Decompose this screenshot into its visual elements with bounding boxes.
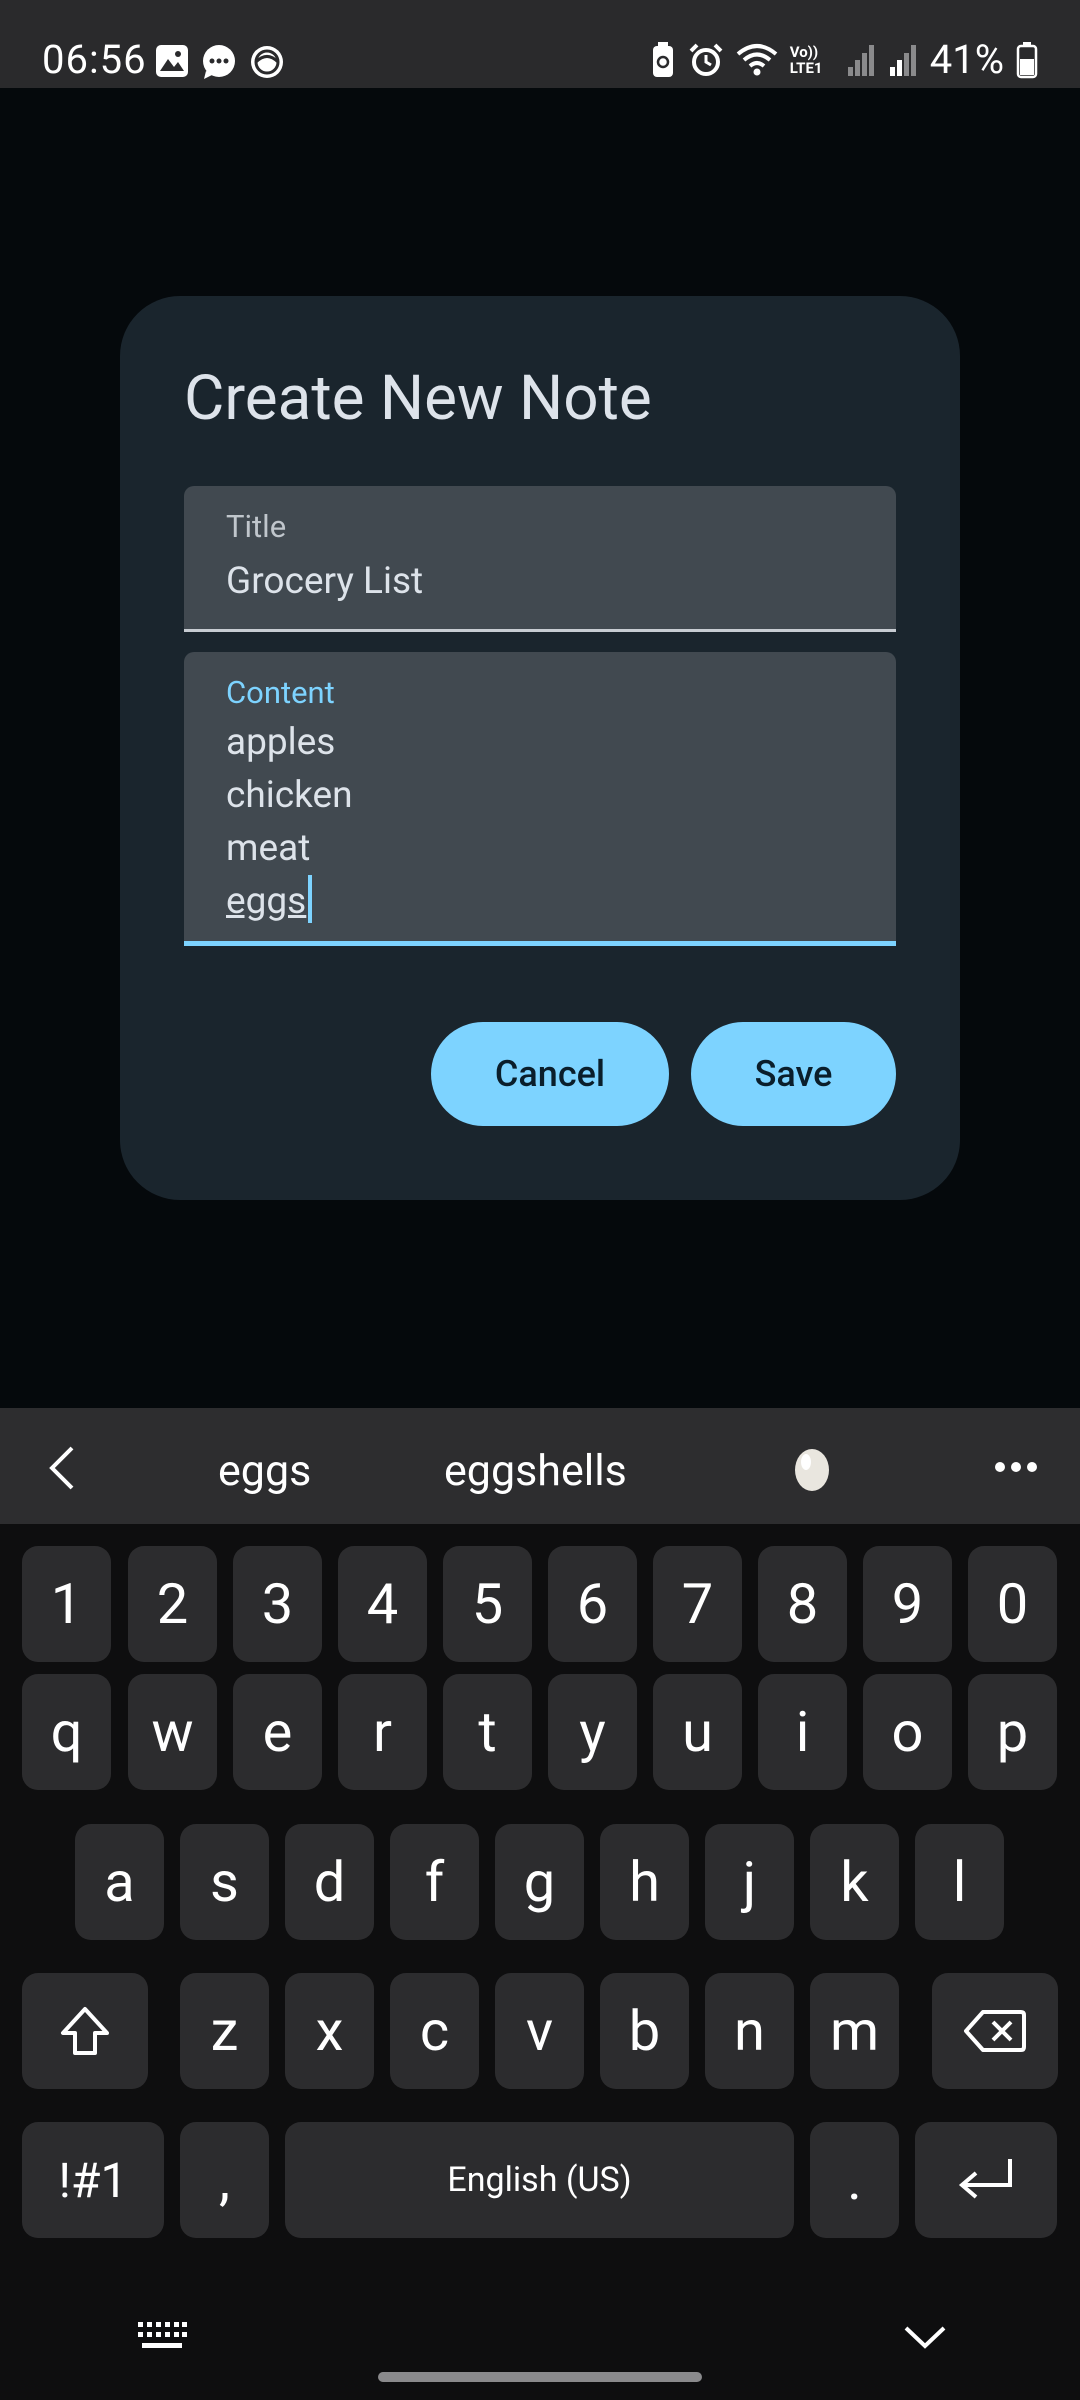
comma-key[interactable]: , xyxy=(180,2122,269,2238)
status-time: 06:56 xyxy=(42,36,147,83)
content-line: meat xyxy=(226,827,311,870)
title-field-value: Grocery List xyxy=(226,560,424,603)
shift-key[interactable] xyxy=(22,1973,148,2089)
alarm-icon xyxy=(689,43,723,76)
battery-icon xyxy=(1016,41,1038,78)
key-2[interactable]: 2 xyxy=(128,1546,217,1662)
suggestion-eggshells[interactable]: eggshells xyxy=(444,1446,627,1496)
key-z[interactable]: z xyxy=(180,1973,269,2089)
keyboard-suggestion-bar: eggs eggshells xyxy=(0,1408,1080,1524)
backspace-icon xyxy=(964,2010,1026,2052)
gesture-bar[interactable] xyxy=(378,2372,702,2382)
key-4[interactable]: 4 xyxy=(338,1546,427,1662)
shift-icon xyxy=(61,2007,109,2055)
key-3[interactable]: 3 xyxy=(233,1546,322,1662)
dialog-title: Create New Note xyxy=(184,362,652,435)
key-l[interactable]: l xyxy=(915,1824,1004,1940)
more-icon[interactable] xyxy=(994,1460,1038,1474)
key-b[interactable]: b xyxy=(600,1973,689,2089)
wifi-icon xyxy=(736,43,778,75)
backspace-key[interactable] xyxy=(932,1973,1058,2089)
enter-key[interactable] xyxy=(915,2122,1057,2238)
key-g[interactable]: g xyxy=(495,1824,584,1940)
key-u[interactable]: u xyxy=(653,1674,742,1790)
key-r[interactable]: r xyxy=(338,1674,427,1790)
key-a[interactable]: a xyxy=(75,1824,164,1940)
period-key[interactable]: . xyxy=(810,2122,899,2238)
signal-icon xyxy=(889,44,916,76)
content-line: chicken xyxy=(226,774,353,817)
key-j[interactable]: j xyxy=(705,1824,794,1940)
key-k[interactable]: k xyxy=(810,1824,899,1940)
symbols-key[interactable]: !#1 xyxy=(22,2122,164,2238)
composing-word: eggs xyxy=(226,880,307,923)
messages-icon xyxy=(203,45,235,79)
key-h[interactable]: h xyxy=(600,1824,689,1940)
content-field-label: Content xyxy=(226,674,335,711)
status-bar: 06:56 Vo)) LTE1 41% xyxy=(0,0,1080,88)
gallery-icon xyxy=(156,45,188,77)
space-key[interactable]: English (US) xyxy=(285,2122,794,2238)
key-t[interactable]: t xyxy=(443,1674,532,1790)
title-field[interactable]: Title Grocery List xyxy=(184,486,896,632)
key-d[interactable]: d xyxy=(285,1824,374,1940)
key-f[interactable]: f xyxy=(390,1824,479,1940)
content-line: apples xyxy=(226,721,336,764)
key-v[interactable]: v xyxy=(495,1973,584,2089)
key-p[interactable]: p xyxy=(968,1674,1057,1790)
system-icons: Vo)) LTE1 41% xyxy=(650,36,1038,83)
cancel-button[interactable]: Cancel xyxy=(431,1022,669,1126)
key-m[interactable]: m xyxy=(810,1973,899,2089)
content-line-active: eggs xyxy=(226,875,313,928)
key-n[interactable]: n xyxy=(705,1973,794,2089)
key-c[interactable]: c xyxy=(390,1973,479,2089)
content-field[interactable]: Content apples chicken meat eggs xyxy=(184,652,896,946)
signal-icon xyxy=(847,44,874,76)
notification-icons xyxy=(154,43,286,81)
enter-icon xyxy=(958,2159,1012,2199)
volte-icon: Vo)) LTE1 xyxy=(789,42,823,77)
battery-saver-icon xyxy=(652,41,673,77)
keyboard: 1 2 3 4 5 6 7 8 9 0 q w e r t y u i o p … xyxy=(0,1524,1080,2400)
create-note-dialog: Create New Note Title Grocery List Conte… xyxy=(120,296,960,1200)
key-y[interactable]: y xyxy=(548,1674,637,1790)
key-0[interactable]: 0 xyxy=(968,1546,1057,1662)
egg-emoji-icon[interactable] xyxy=(792,1444,832,1492)
key-8[interactable]: 8 xyxy=(758,1546,847,1662)
key-7[interactable]: 7 xyxy=(653,1546,742,1662)
title-field-label: Title xyxy=(226,508,287,545)
key-w[interactable]: w xyxy=(128,1674,217,1790)
save-button[interactable]: Save xyxy=(691,1022,896,1126)
key-x[interactable]: x xyxy=(285,1973,374,2089)
suggestion-eggs[interactable]: eggs xyxy=(218,1446,311,1496)
key-o[interactable]: o xyxy=(863,1674,952,1790)
key-s[interactable]: s xyxy=(180,1824,269,1940)
key-e[interactable]: e xyxy=(233,1674,322,1790)
browser-icon xyxy=(251,46,283,78)
key-6[interactable]: 6 xyxy=(548,1546,637,1662)
battery-percentage: 41% xyxy=(929,36,1004,83)
key-q[interactable]: q xyxy=(22,1674,111,1790)
key-9[interactable]: 9 xyxy=(863,1546,952,1662)
chevron-left-icon[interactable] xyxy=(44,1444,80,1492)
keyboard-switch-icon[interactable] xyxy=(136,2320,188,2352)
key-i[interactable]: i xyxy=(758,1674,847,1790)
key-5[interactable]: 5 xyxy=(443,1546,532,1662)
chevron-down-icon[interactable] xyxy=(902,2322,948,2352)
text-cursor xyxy=(308,875,313,923)
key-1[interactable]: 1 xyxy=(22,1546,111,1662)
